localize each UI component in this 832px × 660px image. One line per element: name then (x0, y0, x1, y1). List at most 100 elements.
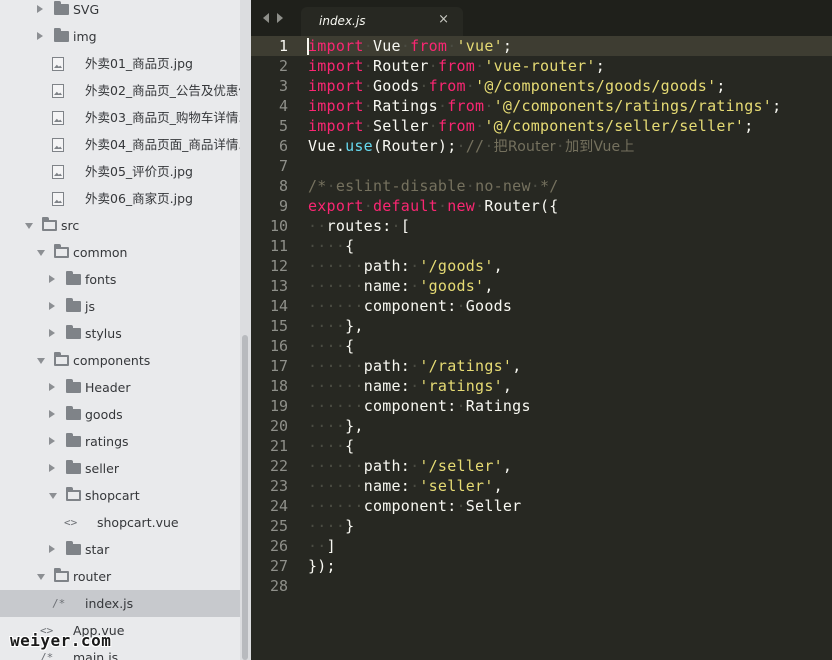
sidebar-item-star[interactable]: star (0, 536, 240, 563)
disclosure-down-icon[interactable] (37, 574, 45, 580)
line-number: 25 (269, 517, 288, 535)
sidebar-item-shopcart[interactable]: shopcart (0, 482, 240, 509)
file-tree: SVG img 外卖01_商品页.jpg 外卖02_商品页_公告及优惠信息外卖03_商… (0, 0, 251, 660)
whitespace-marker: · (456, 297, 466, 315)
code-line: ··routes:·[ (308, 216, 781, 236)
code-editor[interactable]: 1 2 3 4 5 6 7 8 9 10 11 12 13 14 15 16 17 18 19 20 21 22 23 24 2… (251, 36, 832, 660)
sidebar-item-index-js[interactable]: /* index.js (0, 590, 240, 617)
whitespace-marker: ···· (308, 417, 346, 435)
code-content[interactable]: import·Vue·from·'vue'; import·Router·from… (308, 36, 781, 596)
code-line: ······name:·'seller', (308, 476, 781, 496)
whitespace-marker: ······ (308, 357, 364, 375)
code-token: import (308, 117, 364, 135)
folder-icon (66, 298, 81, 312)
code-token: '/goods' (419, 257, 494, 275)
disclosure-right-icon[interactable] (49, 383, 55, 391)
sidebar-item-ratings[interactable]: ratings (0, 428, 240, 455)
image-file-icon (52, 57, 64, 71)
code-token: { (345, 337, 355, 355)
folder-icon (66, 460, 81, 474)
sidebar-item-common[interactable]: common (0, 239, 240, 266)
sidebar-item-components[interactable]: components (0, 347, 240, 374)
code-token: 'vue' (456, 37, 503, 55)
disclosure-down-icon[interactable] (37, 250, 45, 256)
tab-index-js[interactable]: index.js × (301, 7, 463, 36)
disclosure-right-icon[interactable] (37, 5, 43, 13)
sidebar-scrollbar-thumb[interactable] (242, 335, 248, 660)
whitespace-marker: · (326, 177, 336, 195)
sidebar-item-goods[interactable]: goods (0, 401, 240, 428)
whitespace-marker: · (465, 177, 476, 195)
sidebar-item-label: shopcart (85, 488, 140, 503)
folder-icon (54, 568, 69, 582)
disclosure-right-icon[interactable] (49, 302, 55, 310)
line-number: 22 (269, 457, 288, 475)
code-token: Ratings (465, 397, 531, 415)
whitespace-marker: · (475, 117, 485, 135)
line-number: 2 (278, 57, 288, 75)
code-token: }); (308, 557, 336, 575)
code-token: (Router); (372, 137, 457, 155)
sidebar-item-04-jpg[interactable]: 外卖04_商品页面_商品详情.jpg (0, 131, 251, 158)
disclosure-right-icon[interactable] (49, 410, 55, 418)
line-number: 6 (278, 137, 288, 155)
sidebar-item-shopcart-vue[interactable]: <> shopcart.vue (0, 509, 240, 536)
whitespace-marker: ···· (308, 517, 346, 535)
whitespace-marker: ······ (308, 297, 364, 315)
whitespace-marker: ······ (308, 477, 364, 495)
code-token: */ (540, 177, 559, 195)
sidebar-item-header[interactable]: Header (0, 374, 240, 401)
sidebar-item-03-jpg[interactable]: 外卖03_商品页_购物车详情.jpg (0, 104, 251, 131)
code-line: ······name:·'ratings', (308, 376, 781, 396)
code-token: path: (363, 257, 411, 275)
sidebar-item-label: js (85, 299, 95, 314)
image-file-icon (52, 165, 64, 179)
disclosure-right-icon[interactable] (49, 275, 55, 283)
disclosure-down-icon[interactable] (37, 358, 45, 364)
chevron-left-icon[interactable] (263, 13, 269, 23)
whitespace-marker: · (363, 57, 373, 75)
sidebar-item-seller[interactable]: seller (0, 455, 240, 482)
sidebar-item-svg[interactable]: SVG (0, 0, 240, 23)
sidebar-item-stylus[interactable]: stylus (0, 320, 240, 347)
sidebar-item-js[interactable]: js (0, 293, 240, 320)
line-number: 21 (269, 437, 288, 455)
code-token: 'goods' (419, 277, 485, 295)
close-icon[interactable]: × (438, 12, 449, 27)
code-token: ; (716, 77, 726, 95)
code-token: }, (345, 317, 364, 335)
code-token: from (437, 117, 476, 135)
folder-icon (54, 1, 69, 15)
disclosure-right-icon[interactable] (49, 329, 55, 337)
code-line: ······path:·'/ratings', (308, 356, 781, 376)
disclosure-right-icon[interactable] (37, 32, 43, 40)
sidebar-item-src[interactable]: src (0, 212, 240, 239)
code-token: default (372, 197, 438, 215)
sidebar-item-01-jpg[interactable]: 外卖01_商品页.jpg (0, 50, 240, 77)
code-token: 'seller' (419, 477, 494, 495)
disclosure-right-icon[interactable] (49, 437, 55, 445)
disclosure-right-icon[interactable] (49, 464, 55, 472)
sidebar-item-02[interactable]: 外卖02_商品页_公告及优惠信息 (0, 77, 251, 104)
sidebar-item-router[interactable]: router (0, 563, 240, 590)
code-line: export·default·new·Router({ (308, 196, 781, 216)
chevron-right-icon[interactable] (277, 13, 283, 23)
image-file-icon (52, 138, 64, 152)
line-number: 14 (269, 297, 288, 315)
sidebar-item-05-jpg[interactable]: 外卖05_评价页.jpg (0, 158, 240, 185)
code-token: name: (363, 477, 411, 495)
whitespace-marker: · (437, 97, 448, 115)
disclosure-right-icon[interactable] (49, 545, 55, 553)
sidebar-item-fonts[interactable]: fonts (0, 266, 240, 293)
sidebar-item-label: 外卖01_商品页.jpg (85, 56, 193, 71)
folder-icon (66, 271, 81, 285)
disclosure-down-icon[interactable] (49, 493, 57, 499)
sidebar-item-img[interactable]: img (0, 23, 240, 50)
disclosure-down-icon[interactable] (25, 223, 33, 229)
sidebar-item-label: 外卖02_商品页_公告及优惠信息 (85, 83, 251, 98)
sidebar-item-06-jpg[interactable]: 外卖06_商家页.jpg (0, 185, 240, 212)
code-token: import (308, 37, 364, 55)
sidebar-item-label: fonts (85, 272, 117, 287)
file-sidebar: SVG img 外卖01_商品页.jpg 外卖02_商品页_公告及优惠信息外卖03_商… (0, 0, 251, 660)
